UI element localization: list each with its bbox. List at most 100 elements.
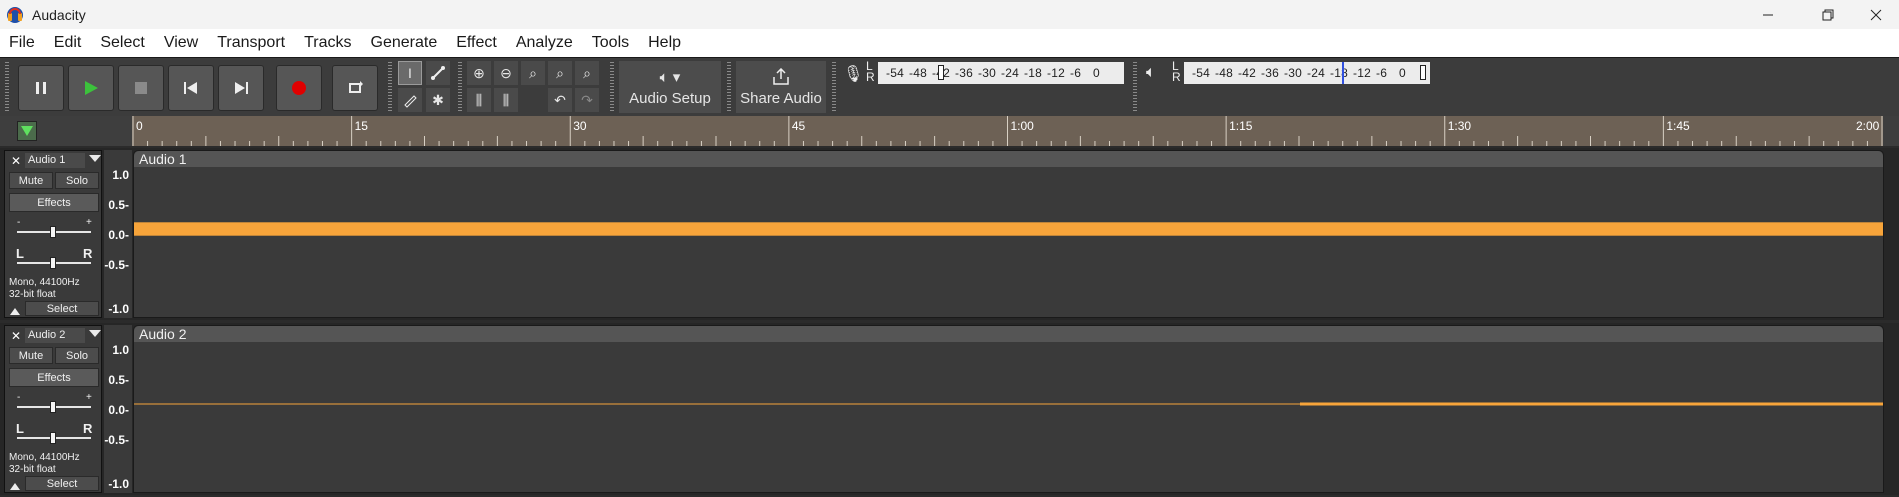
mute-button[interactable]: Mute bbox=[9, 172, 53, 189]
zoom-selection-icon: ⌕ bbox=[529, 64, 537, 81]
pan-slider-thumb[interactable] bbox=[50, 432, 56, 444]
vruler-label: 1.0 bbox=[112, 168, 129, 182]
solo-button[interactable]: Solo bbox=[55, 347, 99, 364]
menu-select[interactable]: Select bbox=[91, 29, 154, 57]
gain-slider-thumb[interactable] bbox=[50, 226, 56, 238]
window-title: Audacity bbox=[32, 6, 86, 23]
draw-tool[interactable] bbox=[398, 88, 422, 112]
audio-clip[interactable]: Audio 2 bbox=[133, 325, 1884, 493]
record-button[interactable] bbox=[276, 65, 322, 111]
vruler-label: -0.5- bbox=[104, 258, 129, 272]
audio-setup-button[interactable]: 🔈︎ ▾ Audio Setup bbox=[619, 61, 721, 113]
vertical-amplitude-ruler[interactable]: 1.0 0.5- 0.0- -0.5- -1.0 bbox=[104, 150, 132, 318]
envelope-tool[interactable] bbox=[426, 61, 450, 85]
zoom-out-button[interactable]: ⊖ bbox=[494, 61, 518, 85]
trim-icon: ⫼ bbox=[475, 91, 483, 108]
meter-scale-label: 0 bbox=[1093, 66, 1100, 80]
track-name-button[interactable]: Audio 1 bbox=[25, 153, 85, 168]
menu-analyze[interactable]: Analyze bbox=[507, 29, 583, 57]
selection-tool[interactable]: I bbox=[398, 61, 422, 85]
track-menu-arrow-icon[interactable] bbox=[89, 330, 101, 337]
collapse-track-icon[interactable] bbox=[9, 304, 21, 316]
redo-button[interactable]: ↷ bbox=[575, 88, 599, 112]
minimize-button[interactable] bbox=[1745, 0, 1791, 29]
speaker-icon[interactable]: 🔈︎ bbox=[1146, 64, 1156, 82]
zoom-toggle-button[interactable]: ⌕ bbox=[575, 61, 599, 85]
menu-help[interactable]: Help bbox=[639, 29, 691, 57]
recording-meter-slider[interactable] bbox=[938, 65, 944, 80]
skip-to-start-button[interactable] bbox=[168, 65, 214, 111]
clip-header[interactable]: Audio 1 bbox=[134, 151, 1883, 167]
mute-button[interactable]: Mute bbox=[9, 347, 53, 364]
transport-toolbar-grip[interactable] bbox=[5, 62, 9, 112]
restore-button[interactable] bbox=[1805, 0, 1851, 29]
meter-scale-label: -6 bbox=[1376, 66, 1388, 80]
track-menu-arrow-icon[interactable] bbox=[89, 155, 101, 162]
close-track-icon[interactable]: ✕ bbox=[9, 329, 23, 343]
close-track-icon[interactable]: ✕ bbox=[9, 154, 23, 168]
menu-file[interactable]: File bbox=[0, 29, 45, 57]
skip-to-end-button[interactable] bbox=[218, 65, 264, 111]
multi-tool[interactable]: ✱ bbox=[426, 88, 450, 112]
effects-button[interactable]: Effects bbox=[9, 368, 99, 387]
menu-effect[interactable]: Effect bbox=[447, 29, 507, 57]
track-name-button[interactable]: Audio 2 bbox=[25, 328, 85, 343]
audio-clip[interactable]: Audio 1 bbox=[133, 150, 1884, 318]
close-window-button[interactable] bbox=[1853, 0, 1899, 29]
meter-scale-label: -30 bbox=[978, 66, 996, 80]
share-audio-button[interactable]: Share Audio bbox=[736, 61, 826, 113]
tools-toolbar-grip[interactable] bbox=[388, 62, 392, 112]
gain-plus-label: + bbox=[86, 392, 92, 403]
select-track-button[interactable]: Select bbox=[25, 476, 99, 491]
undo-button[interactable]: ↶ bbox=[548, 88, 572, 112]
trim-audio-button[interactable]: ⫼ bbox=[467, 88, 491, 112]
gain-slider-thumb[interactable] bbox=[50, 401, 56, 413]
time-ruler: 0 15 30 45 1:00 1:15 1:30 1:45 2:00 bbox=[132, 116, 1883, 146]
share-audio-grip[interactable] bbox=[727, 62, 731, 112]
clip-header[interactable]: Audio 2 bbox=[134, 326, 1883, 342]
loop-button[interactable] bbox=[332, 65, 378, 111]
share-audio-label: Share Audio bbox=[740, 89, 822, 107]
audio-setup-grip[interactable] bbox=[610, 62, 614, 112]
recording-meter-channels: L R bbox=[866, 59, 875, 84]
stop-button[interactable] bbox=[118, 65, 164, 111]
menu-transport[interactable]: Transport bbox=[208, 29, 295, 57]
clip-name: Audio 2 bbox=[139, 326, 187, 342]
pause-button[interactable] bbox=[18, 65, 64, 111]
solo-button[interactable]: Solo bbox=[55, 172, 99, 189]
playback-meter[interactable]: -54 -48 -42 -36 -30 -24 -18 -12 -6 0 bbox=[1184, 62, 1430, 84]
timeline[interactable]: 0 15 30 45 1:00 1:15 1:30 1:45 2:00 bbox=[0, 116, 1899, 146]
pan-slider-thumb[interactable] bbox=[50, 257, 56, 269]
menu-tracks[interactable]: Tracks bbox=[295, 29, 361, 57]
silence-audio-button[interactable]: ⫼ bbox=[494, 88, 518, 112]
zoom-toggle-icon: ⌕ bbox=[583, 64, 591, 81]
play-button[interactable] bbox=[68, 65, 114, 111]
recording-meter-grip[interactable] bbox=[832, 62, 836, 112]
audio-setup-label: Audio Setup bbox=[629, 89, 711, 107]
gain-minus-label: - bbox=[17, 217, 21, 228]
menu-view[interactable]: View bbox=[155, 29, 208, 57]
skip-end-icon bbox=[235, 82, 248, 94]
fit-selection-button[interactable]: ⌕ bbox=[521, 61, 545, 85]
fit-project-button[interactable]: ⌕ bbox=[548, 61, 572, 85]
playback-meter-slider[interactable] bbox=[1420, 65, 1426, 80]
zoom-in-icon: ⊕ bbox=[473, 64, 485, 81]
track-control-panel: ✕ Audio 1 Mute Solo Effects - + L R Mono… bbox=[4, 150, 102, 318]
playback-meter-grip[interactable] bbox=[1133, 62, 1137, 112]
menu-edit[interactable]: Edit bbox=[45, 29, 92, 57]
edit-toolbar-grip[interactable] bbox=[458, 62, 462, 112]
zoom-in-button[interactable]: ⊕ bbox=[467, 61, 491, 85]
collapse-track-icon[interactable] bbox=[9, 479, 21, 491]
waveform bbox=[134, 402, 1883, 406]
redo-icon: ↷ bbox=[581, 91, 593, 108]
recording-meter[interactable]: -54-48-42-36-30-24-18-12-60 bbox=[878, 62, 1124, 84]
select-track-button[interactable]: Select bbox=[25, 301, 99, 316]
menu-tools[interactable]: Tools bbox=[583, 29, 639, 57]
meter-scale-label: -48 bbox=[1215, 66, 1233, 80]
menu-generate[interactable]: Generate bbox=[362, 29, 448, 57]
silence-icon: ⫼ bbox=[502, 91, 510, 108]
microphone-icon[interactable]: 🎙︎ bbox=[843, 64, 863, 84]
vertical-amplitude-ruler[interactable]: 1.0 0.5- 0.0- -0.5- -1.0 bbox=[104, 325, 132, 493]
vruler-label: 0.5- bbox=[108, 198, 129, 212]
effects-button[interactable]: Effects bbox=[9, 193, 99, 212]
